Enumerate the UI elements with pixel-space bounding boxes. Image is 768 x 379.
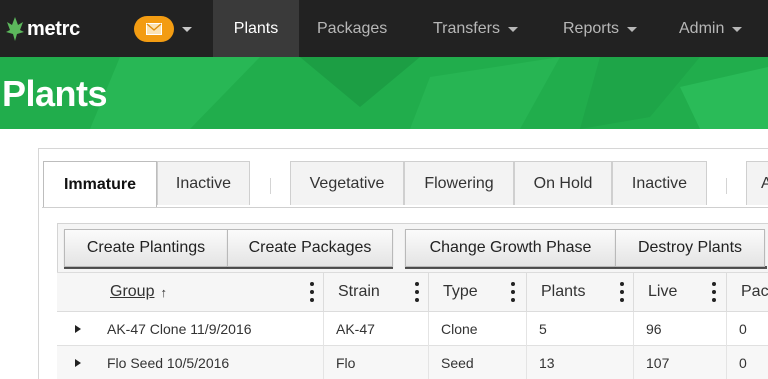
column-menu-icon[interactable]	[712, 282, 716, 302]
cell-type: Seed	[428, 346, 526, 379]
column-menu-icon[interactable]	[511, 282, 515, 302]
column-live-label: Live	[648, 283, 678, 300]
cell-type: Clone	[428, 312, 526, 346]
destroy-plants-button[interactable]: Destroy Plants	[615, 229, 765, 267]
tab-flowering-label: Flowering	[424, 174, 494, 192]
tab-inactive-label: Inactive	[175, 174, 232, 192]
table-row[interactable]: Flo Seed 10/5/2016 Flo Seed 13 107 0	[57, 346, 768, 379]
tab-vegetative[interactable]: Vegetative	[290, 161, 404, 205]
page-header: Plants	[0, 57, 768, 129]
tab-immature-label: Immature	[63, 175, 137, 193]
create-plantings-button[interactable]: Create Plantings	[64, 229, 228, 267]
cell-packages: 0	[726, 346, 768, 379]
nav-packages[interactable]: Packages	[317, 0, 387, 57]
tab-overflow-label: A	[761, 174, 768, 192]
cell-group: AK-47 Clone 11/9/2016	[107, 321, 252, 337]
tab-inactive-2[interactable]: Inactive	[612, 161, 707, 205]
tab-on-hold-label: On Hold	[533, 174, 593, 192]
create-plantings-label: Create Plantings	[86, 239, 206, 256]
expand-row-icon[interactable]	[75, 359, 81, 367]
tab-divider	[270, 178, 271, 194]
top-navbar: metrc Plants Packages Transfers Reports …	[0, 0, 768, 57]
header-background-pattern	[90, 57, 768, 129]
column-plants-label: Plants	[541, 283, 586, 300]
tab-overflow[interactable]: A	[746, 161, 768, 205]
nav-transfers-label: Transfers	[433, 19, 500, 37]
metrc-logo[interactable]: metrc	[6, 14, 80, 44]
envelope-icon	[146, 23, 162, 35]
column-menu-icon[interactable]	[310, 282, 314, 302]
tab-flowering[interactable]: Flowering	[404, 161, 514, 205]
tab-strip-border	[42, 207, 768, 208]
cell-plants: 13	[526, 346, 633, 379]
column-menu-icon[interactable]	[620, 282, 624, 302]
nav-packages-label: Packages	[317, 19, 388, 37]
cell-group: Flo Seed 10/5/2016	[107, 355, 230, 371]
nav-reports[interactable]: Reports	[563, 0, 638, 57]
cell-packages: 0	[726, 312, 768, 346]
column-header-group[interactable]: Group ↑	[96, 272, 324, 312]
table-row[interactable]: AK-47 Clone 11/9/2016 AK-47 Clone 5 96 0	[57, 312, 768, 346]
create-packages-label: Create Packages	[248, 239, 372, 256]
messages-button[interactable]	[134, 16, 174, 42]
nav-reports-label: Reports	[563, 19, 620, 37]
page-title: Plants	[2, 73, 108, 114]
tab-vegetative-label: Vegetative	[309, 174, 385, 192]
cell-live: 96	[633, 312, 726, 346]
cell-strain: AK-47	[323, 312, 428, 346]
chevron-down-icon	[627, 27, 638, 32]
change-growth-phase-label: Change Growth Phase	[429, 239, 592, 256]
cell-strain: Flo	[323, 346, 428, 379]
chevron-down-icon	[507, 27, 518, 32]
column-menu-icon[interactable]	[415, 282, 419, 302]
brand-name: metrc	[27, 17, 80, 40]
column-strain-label: Strain	[338, 283, 380, 300]
tab-divider	[726, 178, 727, 194]
tab-inactive-2-label: Inactive	[631, 174, 688, 192]
leaf-icon	[6, 17, 24, 41]
change-growth-phase-button[interactable]: Change Growth Phase	[405, 229, 616, 267]
tab-inactive[interactable]: Inactive	[157, 161, 250, 205]
chevron-down-icon	[732, 27, 743, 32]
tab-on-hold[interactable]: On Hold	[514, 161, 612, 205]
nav-admin-label: Admin	[679, 19, 725, 37]
nav-transfers[interactable]: Transfers	[433, 0, 518, 57]
column-header-packages[interactable]: Pac	[726, 272, 768, 312]
destroy-plants-label: Destroy Plants	[637, 239, 743, 256]
column-type-label: Type	[443, 283, 478, 300]
column-packages-label: Pac	[741, 283, 768, 300]
nav-plants-label: Plants	[233, 19, 279, 37]
column-header-plants[interactable]: Plants	[526, 272, 634, 312]
tab-immature[interactable]: Immature	[43, 161, 157, 207]
cell-plants: 5	[526, 312, 633, 346]
messages-dropdown-caret-icon[interactable]	[182, 27, 192, 32]
column-header-strain[interactable]: Strain	[323, 272, 424, 312]
expand-row-icon[interactable]	[75, 325, 81, 333]
column-group-label: Group	[110, 283, 155, 300]
nav-plants[interactable]: Plants	[213, 0, 299, 57]
cell-live: 107	[633, 346, 726, 379]
create-packages-button[interactable]: Create Packages	[227, 229, 393, 267]
nav-admin[interactable]: Admin	[679, 0, 743, 57]
sort-ascending-icon: ↑	[160, 284, 167, 300]
